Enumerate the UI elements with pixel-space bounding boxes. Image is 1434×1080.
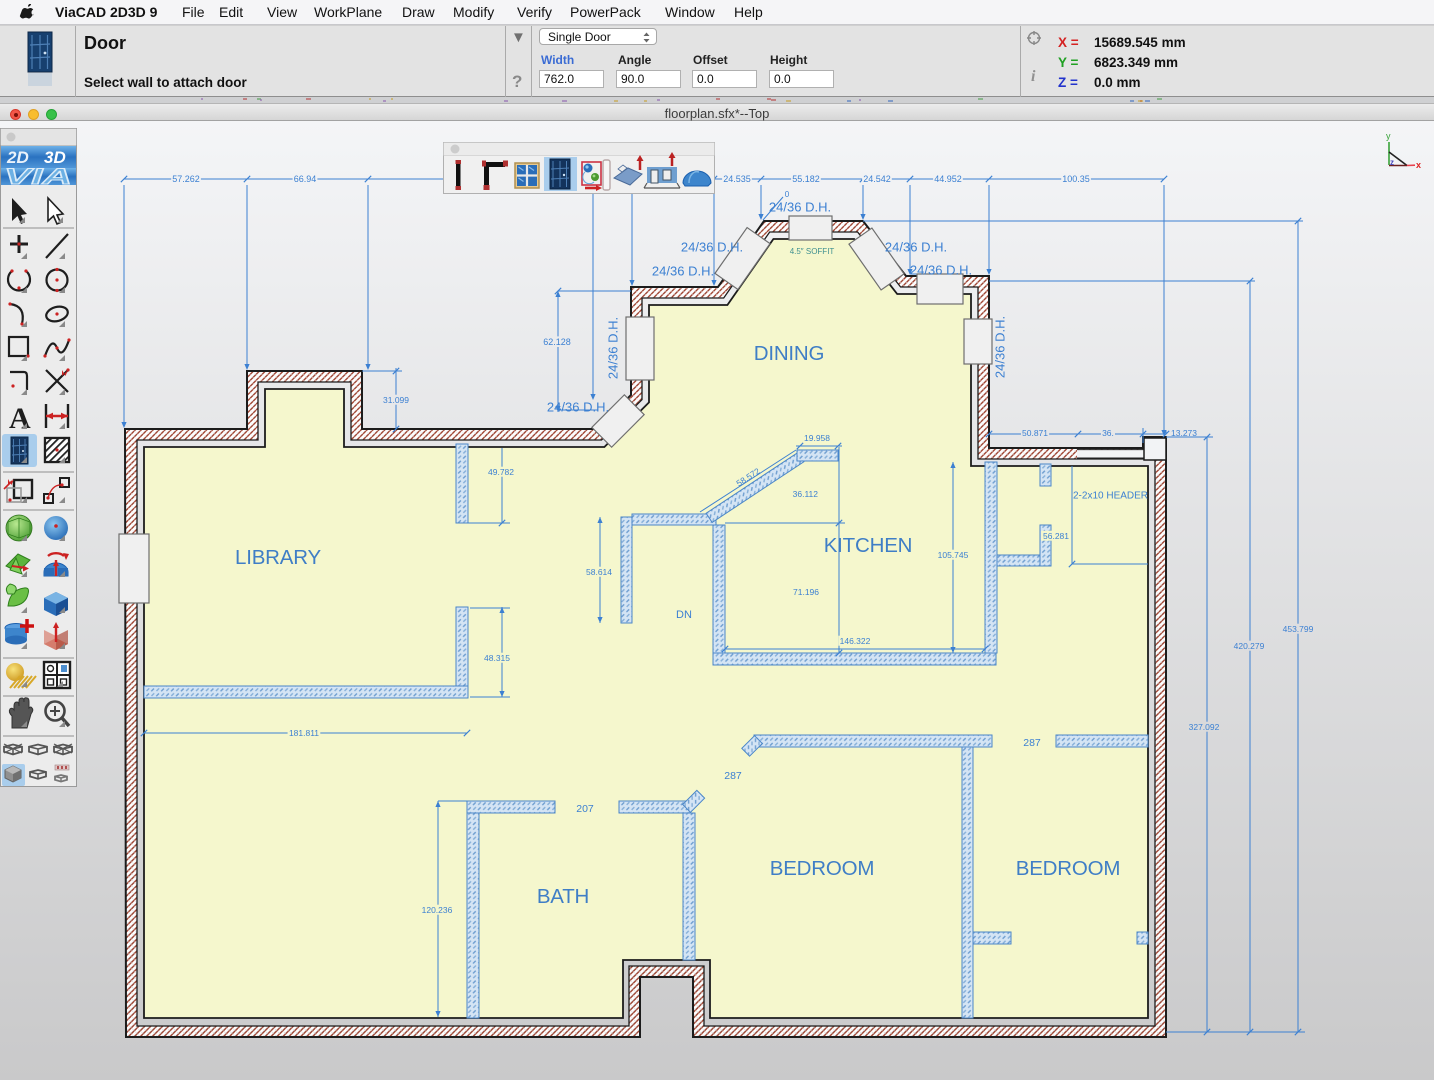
svg-text:24/36 D.H.: 24/36 D.H. — [769, 200, 831, 215]
svg-text:z: z — [1390, 158, 1394, 167]
svg-text:24/36 D.H.: 24/36 D.H. — [681, 240, 743, 255]
svg-text:453.799: 453.799 — [1283, 624, 1314, 634]
svg-text:24/36 D.H.: 24/36 D.H. — [910, 263, 972, 278]
svg-text:146.322: 146.322 — [840, 636, 871, 646]
svg-text:36.112: 36.112 — [793, 489, 819, 499]
svg-text:VIA: VIA — [4, 164, 72, 189]
svg-text:DINING: DINING — [754, 342, 825, 365]
svg-text:287: 287 — [724, 770, 742, 782]
svg-text:56.281: 56.281 — [1043, 531, 1069, 541]
svg-text:A: A — [9, 402, 31, 435]
svg-text:31.099: 31.099 — [383, 395, 409, 405]
svg-text:181.811: 181.811 — [289, 728, 319, 738]
svg-text:120.236: 120.236 — [422, 905, 453, 915]
svg-text:BEDROOM: BEDROOM — [770, 857, 875, 880]
svg-text:BEDROOM: BEDROOM — [1016, 857, 1121, 880]
svg-text:48.315: 48.315 — [484, 653, 510, 663]
svg-text:58.614: 58.614 — [586, 567, 612, 577]
svg-text:327.092: 327.092 — [1189, 722, 1220, 732]
svg-text:66.94: 66.94 — [294, 174, 317, 184]
svg-text:62.128: 62.128 — [543, 337, 571, 347]
svg-text:57.262: 57.262 — [172, 174, 200, 184]
svg-text:24.542: 24.542 — [863, 174, 891, 184]
svg-text:44.952: 44.952 — [934, 174, 962, 184]
svg-text:KITCHEN: KITCHEN — [824, 534, 913, 557]
svg-text:24/36 D.H.: 24/36 D.H. — [885, 240, 947, 255]
svg-text:71.196: 71.196 — [793, 587, 819, 597]
svg-text:y: y — [1386, 131, 1391, 141]
svg-text:207: 207 — [576, 803, 594, 815]
svg-text:24/36 D.H.: 24/36 D.H. — [606, 317, 621, 379]
svg-text:LIBRARY: LIBRARY — [235, 546, 321, 569]
svg-text:287: 287 — [1023, 737, 1041, 749]
svg-text:24/36 D.H.: 24/36 D.H. — [993, 316, 1008, 378]
svg-text:24/36 D.H.: 24/36 D.H. — [547, 400, 609, 415]
svg-text:420.279: 420.279 — [1234, 641, 1265, 651]
svg-text:4.5″ SOFFIT: 4.5″ SOFFIT — [790, 247, 835, 256]
svg-text:105.745: 105.745 — [938, 550, 969, 560]
svg-text:49.782: 49.782 — [488, 467, 514, 477]
svg-text:2-2x10 HEADER: 2-2x10 HEADER — [1073, 491, 1148, 502]
svg-text:36.: 36. — [1102, 428, 1114, 438]
svg-text:19.958: 19.958 — [804, 433, 830, 443]
svg-text:BATH: BATH — [537, 885, 589, 908]
svg-text:x: x — [1416, 160, 1421, 170]
svg-text:100.35: 100.35 — [1062, 174, 1090, 184]
svg-text:DN: DN — [676, 609, 692, 621]
svg-text:24.535: 24.535 — [723, 174, 751, 184]
svg-text:0: 0 — [785, 190, 790, 199]
svg-text:24/36 D.H.: 24/36 D.H. — [652, 264, 714, 279]
svg-text:50.871: 50.871 — [1022, 428, 1048, 438]
svg-text:55.182: 55.182 — [792, 174, 820, 184]
